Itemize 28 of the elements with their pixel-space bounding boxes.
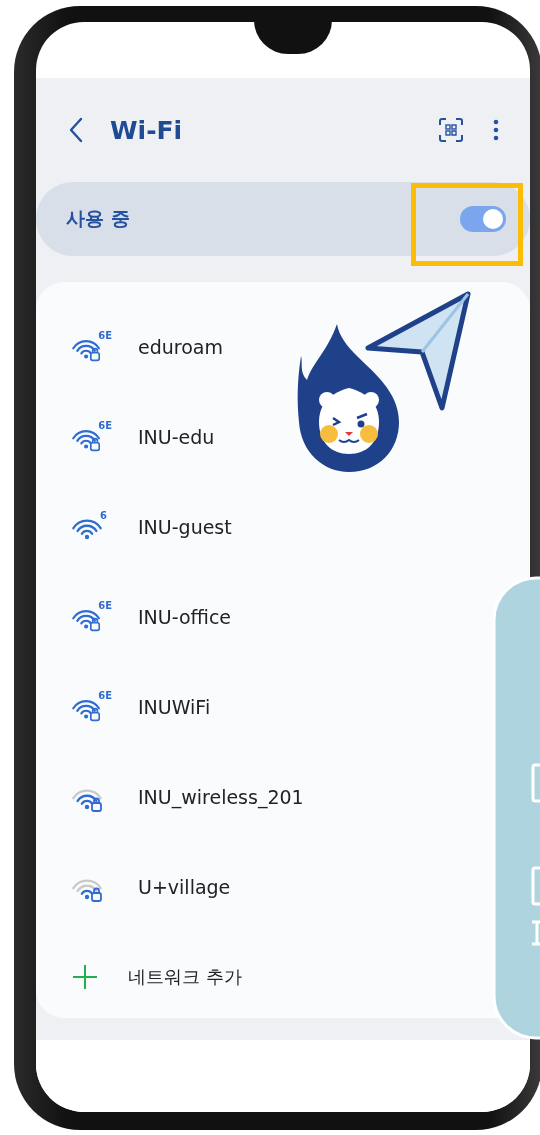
band-label: 6E [98,691,112,701]
wifi-switch[interactable] [460,206,506,232]
plus-icon [72,964,98,990]
network-item[interactable]: 6E INUWiFi [36,662,486,752]
network-name: INU-guest [138,516,232,538]
network-name: U+village [138,876,231,898]
network-item[interactable]: 6 INU-guest [36,482,486,572]
qr-scan-button[interactable] [438,117,464,143]
network-item[interactable]: INU_wireless_201 [36,752,486,842]
wifi-toggle-row[interactable]: 사용 중 [36,182,530,256]
network-item[interactable]: 6E INU-office [36,572,486,662]
more-options-button[interactable] [492,118,500,142]
network-item[interactable]: U+village [36,842,486,932]
network-item[interactable]: 6E eduroam [36,302,486,392]
add-network-label: 네트워크 추가 [128,965,242,989]
band-label: 6E [98,421,112,431]
network-name: INU_wireless_201 [138,786,304,808]
wifi-status-label: 사용 중 [66,206,130,231]
band-label: 6 [100,511,107,521]
network-name: INU-edu [138,426,215,448]
add-network-item[interactable]: 네트워크 추가 [36,932,486,1022]
network-name: INU-office [138,606,232,628]
network-name: eduroam [138,336,223,358]
screen-title: Wi-Fi [110,115,184,145]
network-item[interactable]: 6E INU-edu [36,392,486,482]
band-label: 6E [98,601,112,611]
band-label: 6E [98,331,112,341]
network-name: INUWiFi [138,696,211,718]
